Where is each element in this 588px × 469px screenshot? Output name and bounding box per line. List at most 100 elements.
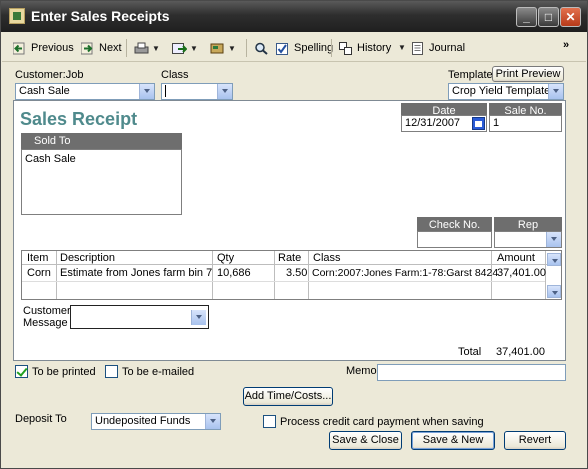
form-title: Sales Receipt	[20, 109, 138, 129]
toolbar-separator	[126, 39, 127, 57]
calendar-icon[interactable]	[472, 117, 485, 130]
add-time-costs-button[interactable]: Add Time/Costs...	[243, 387, 333, 406]
chevron-down-icon[interactable]: ▼	[398, 40, 406, 56]
line-items-table[interactable]: Item Description Qty Rate Class Amount C…	[21, 250, 562, 300]
date-field[interactable]: 12/31/2007	[401, 115, 487, 132]
customer-message-dropdown[interactable]	[70, 305, 209, 329]
find-button[interactable]	[254, 40, 272, 56]
previous-icon	[12, 42, 28, 55]
print-preview-button[interactable]: Print Preview	[492, 66, 564, 82]
scroll-up-icon[interactable]	[547, 253, 561, 266]
toolbar-overflow-icon[interactable]: »	[563, 37, 569, 53]
journal-button[interactable]: Journal	[411, 40, 465, 56]
deposit-to-value: Undeposited Funds	[95, 415, 191, 427]
process-credit-card-label: Process credit card payment when saving	[280, 416, 484, 428]
close-button[interactable]: ✕	[560, 7, 581, 27]
column-header-description: Description	[60, 252, 116, 264]
find-icon	[254, 42, 269, 55]
sale-no-field[interactable]: 1	[489, 115, 562, 132]
deposit-to-dropdown[interactable]: Undeposited Funds	[91, 413, 221, 430]
row-class[interactable]: Corn:2007:Jones Farm:1-78:Garst 8424	[312, 267, 498, 279]
template-dropdown[interactable]: Crop Yield Template	[448, 83, 564, 100]
column-header-item: Item	[27, 252, 49, 264]
customer-job-dropdown[interactable]: Cash Sale	[15, 83, 155, 100]
maximize-button[interactable]: □	[538, 7, 559, 27]
process-credit-card-checkbox[interactable]	[263, 415, 276, 428]
to-be-printed-label: To be printed	[32, 366, 96, 378]
sold-to-value: Cash Sale	[25, 153, 76, 165]
column-header-qty: Qty	[217, 252, 235, 264]
toolbar-separator	[331, 39, 332, 57]
row-description[interactable]: Estimate from Jones farm bin 7	[60, 267, 212, 279]
customer-job-value: Cash Sale	[19, 85, 70, 97]
app-icon	[9, 8, 25, 24]
customer-message-label: Customer Message	[23, 305, 71, 329]
column-header-amount: Amount	[497, 252, 535, 264]
row-amount[interactable]: 37,401.00	[497, 267, 546, 279]
journal-label: Journal	[429, 42, 466, 54]
ship-icon	[210, 42, 225, 55]
chevron-down-icon[interactable]: ▼	[190, 44, 198, 53]
check-no-field[interactable]	[417, 231, 492, 248]
customer-job-label: Customer:Job	[15, 69, 84, 81]
save-new-button[interactable]: Save & New	[411, 431, 495, 450]
previous-button[interactable]: Previous	[12, 40, 74, 56]
chevron-down-icon[interactable]: ▼	[228, 44, 236, 53]
spelling-button[interactable]: Spelling	[276, 40, 333, 56]
total-label: Total	[458, 346, 482, 358]
save-close-button[interactable]: Save & Close	[329, 431, 402, 450]
send-icon	[172, 42, 188, 55]
revert-button[interactable]: Revert	[504, 431, 566, 450]
history-button[interactable]: History	[339, 40, 391, 56]
chevron-down-icon[interactable]: ▼	[152, 44, 160, 53]
toolbar-separator	[246, 39, 247, 57]
previous-label: Previous	[31, 42, 74, 54]
class-label: Class	[161, 69, 189, 81]
column-header-class: Class	[313, 252, 341, 264]
row-item[interactable]: Corn	[27, 267, 51, 279]
template-label: Template	[448, 69, 493, 81]
chevron-down-icon[interactable]	[217, 84, 232, 99]
class-dropdown[interactable]	[161, 83, 233, 100]
date-value: 12/31/2007	[405, 117, 461, 129]
deposit-to-label: Deposit To	[15, 413, 67, 425]
sold-to-label: Sold To	[21, 133, 182, 149]
chevron-down-icon[interactable]	[548, 84, 563, 99]
send-button[interactable]: ▼	[172, 40, 198, 56]
next-button[interactable]: Next	[80, 40, 122, 56]
chevron-down-icon[interactable]	[205, 414, 220, 429]
text-cursor	[165, 85, 166, 98]
sale-no-value: 1	[493, 117, 500, 129]
window-title: Enter Sales Receipts	[31, 8, 170, 24]
history-label: History	[357, 42, 392, 54]
chevron-down-icon[interactable]	[546, 232, 561, 247]
sales-receipt-form: Sales Receipt Date 12/31/2007 Sale No. 1…	[13, 100, 566, 361]
to-be-emailed-label: To be e-mailed	[122, 366, 195, 378]
toolbar: Previous Next ▼ ▼ ▼ Spelling History ▼ J…	[2, 34, 586, 62]
sold-to-field[interactable]: Cash Sale	[21, 149, 182, 215]
chevron-down-icon[interactable]	[191, 310, 206, 325]
ship-button[interactable]: ▼	[210, 40, 236, 56]
title-bar[interactable]: Enter Sales Receipts _ □ ✕	[1, 1, 587, 32]
memo-label: Memo	[346, 365, 377, 377]
journal-icon	[411, 41, 426, 55]
scroll-down-icon[interactable]	[547, 285, 561, 298]
row-qty[interactable]: 10,686	[217, 267, 251, 279]
spelling-label: Spelling	[294, 42, 334, 54]
history-icon	[339, 41, 354, 55]
row-rate[interactable]: 3.50	[286, 267, 307, 279]
sales-receipt-window: Enter Sales Receipts _ □ ✕ Previous Next…	[0, 0, 588, 469]
column-header-rate: Rate	[278, 252, 302, 264]
chevron-down-icon[interactable]	[139, 84, 154, 99]
rep-dropdown[interactable]	[494, 231, 562, 248]
next-icon	[80, 42, 96, 55]
minimize-button[interactable]: _	[516, 7, 537, 27]
print-button[interactable]: ▼	[134, 40, 160, 56]
spelling-icon	[276, 42, 291, 55]
print-icon	[134, 42, 149, 55]
to-be-emailed-checkbox[interactable]	[105, 365, 118, 378]
memo-field[interactable]	[377, 364, 566, 381]
next-label: Next	[99, 42, 122, 54]
total-value: 37,401.00	[496, 346, 545, 358]
to-be-printed-checkbox[interactable]	[15, 365, 28, 378]
